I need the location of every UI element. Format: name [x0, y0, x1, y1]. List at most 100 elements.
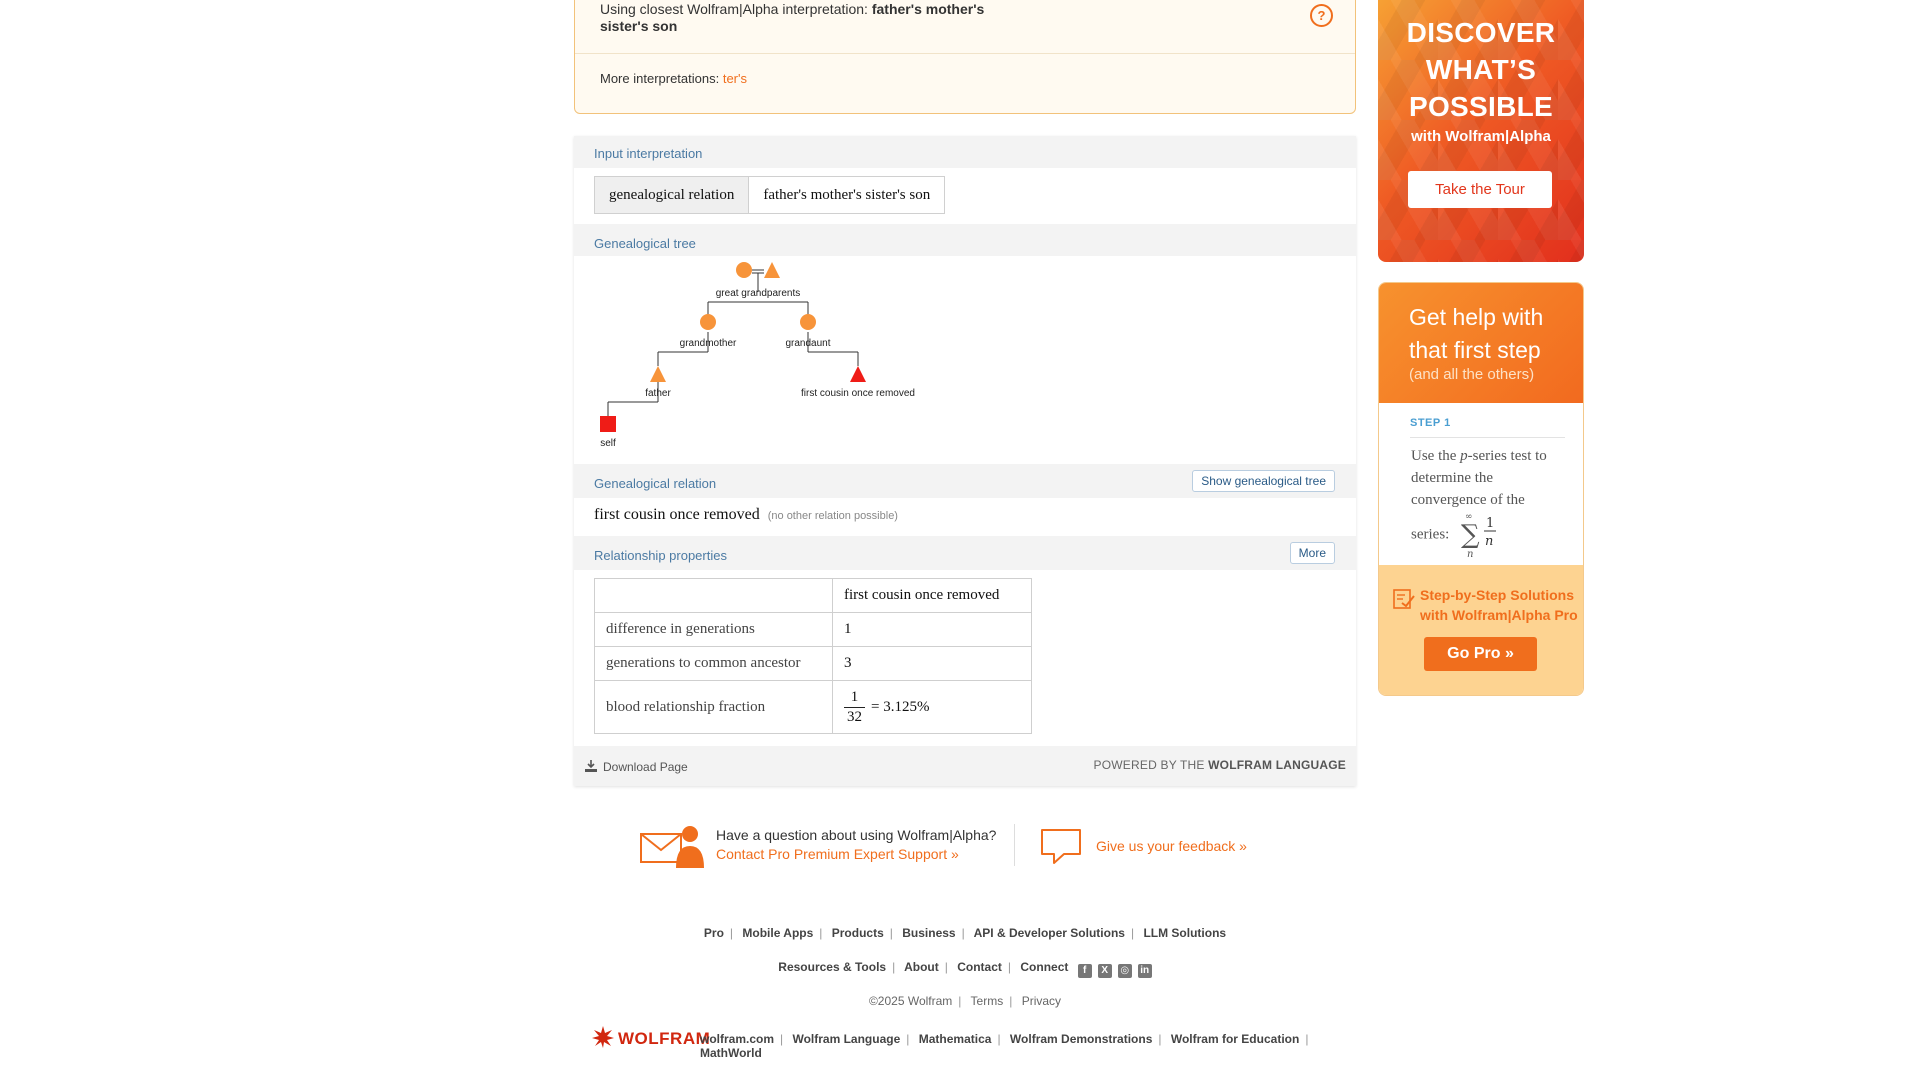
footer-link-products[interactable]: Products [832, 926, 884, 940]
footer-link-api[interactable]: API & Developer Solutions [974, 926, 1125, 940]
powered-by-brand: WOLFRAM LANGUAGE [1208, 758, 1346, 772]
step-by-step-ad: Get help with that first step (and all t… [1378, 282, 1584, 696]
table-row-label: difference in generations [594, 612, 833, 647]
table-row: blood relationship fraction 1 32 = 3.125… [594, 680, 1032, 734]
svg-text:n: n [1467, 549, 1473, 559]
interpretation-cell: father's mother's sister's son [763, 187, 931, 203]
footer-link-connect: Connect [1020, 960, 1069, 974]
footer-link-contact[interactable]: Contact [957, 960, 1002, 974]
footer-link-resources[interactable]: Resources & Tools [778, 960, 886, 974]
show-genealogical-tree-button[interactable]: Show genealogical tree [1192, 470, 1335, 492]
interpretation-cell: genealogical relation [595, 177, 750, 213]
grandaunt-node [800, 314, 816, 330]
grandmother-node [700, 314, 716, 330]
svg-text:∑: ∑ [1461, 520, 1480, 550]
contact-support-link[interactable]: Contact Pro Premium Expert Support » [716, 845, 996, 864]
wolfram-logo[interactable]: WOLFRAM [592, 1026, 710, 1049]
step-label: STEP 1 [1410, 417, 1565, 438]
footer-link-llm[interactable]: LLM Solutions [1143, 926, 1226, 940]
contact-row: Have a question about using Wolfram|Alph… [640, 822, 1290, 870]
feedback-link[interactable]: Give us your feedback » [1096, 838, 1247, 854]
footer-links-row-1: Pro | Mobile Apps | Products | Business | AP… [703, 926, 1227, 940]
footer-link-business[interactable]: Business [902, 926, 955, 940]
ad-promo: Step-by-Step Solutions with Wolfram|Alph… [1379, 565, 1583, 695]
more-button[interactable]: More [1289, 542, 1335, 564]
footer-link-demonstrations[interactable]: Wolfram Demonstrations [1010, 1032, 1152, 1046]
wolfram-spikey-icon [592, 1026, 614, 1048]
footer-link-terms[interactable]: Terms [971, 994, 1004, 1008]
footer-link-privacy[interactable]: Privacy [1022, 994, 1061, 1008]
footer-link-mobile-apps[interactable]: Mobile Apps [742, 926, 813, 940]
pod-input-interpretation: genealogical relation father's mother's … [574, 168, 1356, 224]
table-row-label: blood relationship fraction [594, 680, 833, 734]
footer-link-mathworld[interactable]: MathWorld [700, 1046, 762, 1060]
interpretation-text: Using closest Wolfram|Alpha interpretati… [600, 1, 1020, 35]
footer-link-pro[interactable]: Pro [704, 926, 724, 940]
linkedin-icon[interactable]: in [1137, 964, 1152, 978]
great-grandfather-node [764, 262, 780, 278]
powered-by-prefix: POWERED BY THE [1093, 758, 1209, 772]
svg-text:n: n [1485, 534, 1493, 549]
pod-title-relationship-properties: Relationship properties [594, 548, 727, 563]
self-node [600, 416, 616, 432]
discover-ad-title-line: DISCOVER [1406, 17, 1556, 48]
footer-link-education[interactable]: Wolfram for Education [1171, 1032, 1299, 1046]
pod-title-genealogical-tree: Genealogical tree [594, 236, 696, 251]
footer-link-mathematica[interactable]: Mathematica [919, 1032, 992, 1046]
table-row-label: generations to common ancestor [594, 646, 833, 681]
speech-bubble-icon [1041, 829, 1081, 864]
more-interpretations-label: More interpretations: [600, 71, 723, 86]
pod-title-genealogical-relation: Genealogical relation [594, 476, 717, 491]
help-icon[interactable]: ? [1310, 4, 1333, 27]
download-page-link[interactable]: Download Page [585, 760, 688, 774]
x-icon[interactable]: X [1097, 964, 1112, 978]
series-formula: ∞ ∑ n 1 n [1461, 511, 1501, 560]
go-pro-button[interactable]: Go Pro » [1424, 637, 1537, 671]
table-cell [594, 578, 833, 613]
promo-text-line: with Wolfram|Alpha Pro [1420, 607, 1578, 623]
footer-links-row-4: wolfram.com | Wolfram Language | Mathemati… [700, 1032, 1309, 1060]
results-pods: Input interpretation genealogical relati… [574, 136, 1356, 786]
footer-link-wolfram-language[interactable]: Wolfram Language [792, 1032, 900, 1046]
instagram-icon[interactable]: ◎ [1117, 964, 1132, 978]
ad-header: Get help with that first step (and all t… [1379, 283, 1583, 403]
table-row-value: 1 [832, 612, 1032, 647]
discover-ad-title: DISCOVER WHAT’S POSSIBLE [1378, 14, 1584, 125]
footer-copyright: ©2025 Wolfram [868, 994, 953, 1008]
great-grandmother-node [736, 262, 752, 278]
discover-ad[interactable]: DISCOVER WHAT’S POSSIBLE with Wolfram|Al… [1378, 0, 1584, 262]
step-description: Use the p-series test to determine the c… [1411, 445, 1561, 560]
ad-title-line: Get help with [1409, 304, 1544, 330]
table-header: first cousin once removed [832, 578, 1032, 613]
relationship-properties-table: first cousin once removed difference in … [594, 578, 1032, 734]
fraction: 1 32 [844, 688, 865, 727]
pod-relationship-properties: first cousin once removed difference in … [574, 570, 1356, 746]
facebook-icon[interactable]: f [1077, 964, 1092, 978]
table-row: difference in generations 1 [594, 612, 1032, 647]
powered-by[interactable]: POWERED BY THE WOLFRAM LANGUAGE [1094, 758, 1346, 772]
tree-label-great-grandparents: great grandparents [716, 288, 801, 299]
step-variable: p [1460, 448, 1468, 464]
contact-question: Have a question about using Wolfram|Alph… [716, 827, 997, 843]
tree-label-grandmother: grandmother [680, 338, 737, 349]
pod-footer: Download Page POWERED BY THE WOLFRAM LAN… [574, 746, 1356, 786]
ad-title-line: that first step [1409, 337, 1541, 363]
checklist-icon [1393, 589, 1415, 609]
discover-ad-subtitle: with Wolfram|Alpha [1411, 128, 1551, 145]
interpretation-cells: genealogical relation father's mother's … [594, 176, 946, 214]
take-the-tour-button[interactable]: Take the Tour [1408, 171, 1552, 208]
table-row-value-fraction: 1 32 = 3.125% [832, 680, 1032, 734]
table-row: first cousin once removed [594, 578, 1032, 613]
pod-title-input-interpretation: Input interpretation [594, 146, 703, 161]
footer-link-wolfram-com[interactable]: wolfram.com [700, 1032, 774, 1046]
download-icon [585, 760, 597, 772]
genealogical-tree-diagram: great grandparents grandmother grandaunt… [600, 262, 915, 449]
step-text: Use the [1411, 448, 1461, 464]
tree-label-father: father [645, 388, 671, 399]
more-interpretations-link[interactable]: ter's [723, 71, 747, 86]
download-page-label: Download Page [603, 760, 688, 774]
footer-link-about[interactable]: About [904, 960, 939, 974]
discover-ad-title-line: WHAT’S [1425, 54, 1537, 85]
cousin-node [850, 366, 866, 382]
svg-text:1: 1 [1486, 516, 1494, 531]
